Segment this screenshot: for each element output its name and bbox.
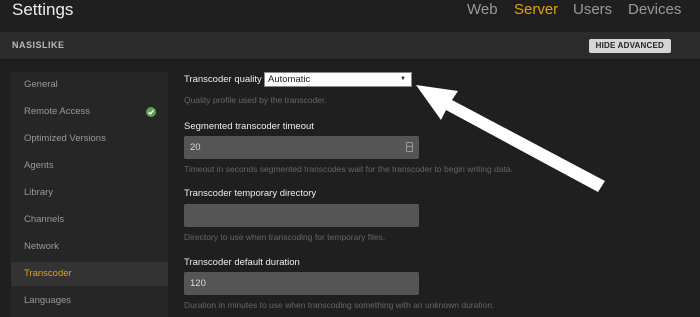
nav-devices[interactable]: Devices xyxy=(628,0,681,20)
temp-directory-input[interactable] xyxy=(184,204,419,227)
sidebar-item-channels[interactable]: Channels xyxy=(11,208,168,232)
sidebar-item-label: Remote Access xyxy=(24,106,90,117)
caret-down-icon: ▼ xyxy=(400,76,406,82)
sidebar: General Remote Access Optimized Versions… xyxy=(11,72,168,317)
top-bar: Settings Web Server Users Devices xyxy=(0,0,700,32)
sidebar-item-label: Library xyxy=(24,187,54,198)
segmented-timeout-value: 20 xyxy=(190,142,201,153)
segmented-timeout-help: Timeout in seconds segmented transcodes … xyxy=(184,164,514,174)
default-duration-value: 120 xyxy=(190,278,206,289)
server-name: NASISLIKE xyxy=(12,40,65,50)
transcoder-quality-label: Transcoder quality xyxy=(184,74,262,85)
sidebar-item-label: General xyxy=(24,79,58,90)
sidebar-item-label: Agents xyxy=(24,160,54,171)
nav-server[interactable]: Server xyxy=(514,0,558,20)
nav-users[interactable]: Users xyxy=(573,0,612,20)
stepper-icon[interactable] xyxy=(406,142,413,152)
sidebar-item-general[interactable]: General xyxy=(11,73,168,97)
page-title: Settings xyxy=(12,0,74,19)
default-duration-help: Duration in minutes to use when transcod… xyxy=(184,300,495,310)
server-bar: NASISLIKE HIDE ADVANCED xyxy=(0,32,700,60)
sidebar-item-optimized-versions[interactable]: Optimized Versions xyxy=(11,127,168,151)
check-circle-icon xyxy=(146,107,156,117)
temp-directory-help: Directory to use when transcoding for te… xyxy=(184,232,386,242)
segmented-timeout-label: Segmented transcoder timeout xyxy=(184,121,314,132)
sidebar-item-languages[interactable]: Languages xyxy=(11,289,168,313)
sidebar-item-network[interactable]: Network xyxy=(11,235,168,259)
default-duration-label: Transcoder default duration xyxy=(184,257,300,268)
segmented-timeout-input[interactable]: 20 xyxy=(184,136,419,159)
nav-web[interactable]: Web xyxy=(467,0,498,20)
sidebar-item-label: Channels xyxy=(24,214,65,225)
temp-directory-label: Transcoder temporary directory xyxy=(184,188,317,199)
sidebar-item-label: Optimized Versions xyxy=(24,133,106,144)
sidebar-item-label: Transcoder xyxy=(24,268,72,279)
sidebar-item-remote-access[interactable]: Remote Access xyxy=(11,100,168,124)
hide-advanced-button[interactable]: HIDE ADVANCED xyxy=(588,39,671,53)
transcoder-quality-value: Automatic xyxy=(268,74,311,85)
transcoder-quality-help: Quality profile used by the transcoder. xyxy=(184,95,327,105)
transcoder-quality-select[interactable]: Automatic ▼ xyxy=(264,72,412,87)
sidebar-item-label: Languages xyxy=(24,295,72,306)
default-duration-input[interactable]: 120 xyxy=(184,272,419,295)
sidebar-item-label: Network xyxy=(24,241,59,252)
settings-panel: Transcoder quality Automatic ▼ Quality p… xyxy=(168,60,700,317)
sidebar-item-transcoder[interactable]: Transcoder xyxy=(11,262,168,286)
sidebar-item-library[interactable]: Library xyxy=(11,181,168,205)
sidebar-item-agents[interactable]: Agents xyxy=(11,154,168,178)
